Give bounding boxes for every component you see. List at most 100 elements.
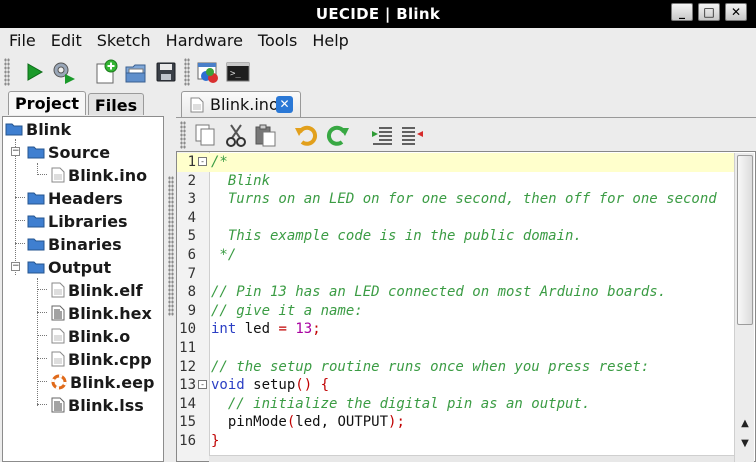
code-line[interactable]: 10 int led = 13; bbox=[177, 320, 737, 339]
fold-marker[interactable]: - bbox=[198, 380, 207, 390]
code-token: Blink bbox=[211, 172, 271, 189]
code-line[interactable]: 12 // the setup routine runs once when yo… bbox=[177, 358, 737, 377]
tab-blink-ino[interactable]: Blink.ino ✕ bbox=[181, 91, 301, 117]
folder-icon bbox=[27, 192, 45, 205]
code-line[interactable]: 14 // initialize the digital pin as an o… bbox=[177, 395, 737, 414]
code-line[interactable]: 9 // give it a name: bbox=[177, 302, 737, 321]
scroll-up-arrow[interactable]: ▲ bbox=[737, 417, 753, 431]
tree-item-blink-lss[interactable]: Blink.lss bbox=[51, 394, 144, 416]
minimize-button[interactable]: _ bbox=[671, 3, 693, 21]
menu-edit[interactable]: Edit bbox=[51, 28, 82, 52]
code-line[interactable]: 16} bbox=[177, 432, 737, 451]
scroll-down-arrow[interactable]: ▼ bbox=[737, 437, 753, 451]
save-button[interactable] bbox=[152, 58, 180, 86]
line-number: 5 bbox=[187, 228, 196, 245]
code-line[interactable]: 13- void setup() { bbox=[177, 376, 737, 395]
menu-tools[interactable]: Tools bbox=[258, 28, 297, 52]
expander-source[interactable]: − bbox=[11, 147, 20, 156]
tab-files[interactable]: Files bbox=[88, 93, 144, 115]
program-button[interactable] bbox=[50, 58, 78, 86]
code-token: 13 bbox=[295, 321, 313, 338]
maximize-button[interactable]: □ bbox=[698, 3, 720, 21]
tree-item-libraries[interactable]: Libraries bbox=[27, 210, 128, 232]
code-line[interactable]: 11 bbox=[177, 339, 737, 358]
tree-item-source[interactable]: Source bbox=[27, 141, 110, 163]
copy-button[interactable] bbox=[192, 121, 220, 149]
copy-icon bbox=[195, 124, 215, 146]
run-button[interactable] bbox=[20, 58, 48, 86]
tree-item-label: Binaries bbox=[48, 234, 122, 254]
file-icon bbox=[190, 97, 204, 113]
tree-item-output[interactable]: Output bbox=[27, 256, 111, 278]
code-line[interactable]: 4 bbox=[177, 209, 737, 228]
serial-terminal-icon: >_ bbox=[226, 62, 250, 82]
menu-hardware[interactable]: Hardware bbox=[166, 28, 243, 52]
code-line[interactable]: 6 */ bbox=[177, 246, 737, 265]
scrollbar-thumb[interactable] bbox=[737, 155, 753, 325]
splitter-grip[interactable] bbox=[168, 176, 174, 316]
code-text: Blink bbox=[211, 172, 270, 191]
code-editor[interactable]: 1-/* 2 Blink 3 Turns on an LED on for one … bbox=[176, 151, 756, 462]
tree-item-blink-elf[interactable]: Blink.elf bbox=[51, 279, 143, 301]
folder-icon bbox=[27, 215, 45, 228]
code-line[interactable]: 7 bbox=[177, 265, 737, 284]
code-line[interactable]: 3 Turns on an LED on for one second, the… bbox=[177, 190, 737, 209]
cut-button[interactable] bbox=[222, 121, 250, 149]
code-token: ; bbox=[396, 414, 405, 431]
close-tab-button[interactable]: ✕ bbox=[276, 96, 293, 113]
code-line[interactable]: 5 This example code is in the public dom… bbox=[177, 227, 737, 246]
tree-item-binaries[interactable]: Binaries bbox=[27, 233, 122, 255]
code-line[interactable]: 1-/* bbox=[177, 153, 737, 172]
close-window-button[interactable]: ✕ bbox=[725, 3, 747, 21]
indent-button[interactable] bbox=[368, 121, 396, 149]
vertical-scrollbar[interactable]: ▲ ▼ bbox=[734, 153, 754, 462]
tree-item-blink-ino[interactable]: Blink.ino bbox=[51, 164, 147, 186]
tree-item-label: Blink.cpp bbox=[68, 349, 152, 369]
tab-project[interactable]: Project bbox=[8, 91, 86, 115]
code-text: Turns on an LED on for one second, then … bbox=[211, 190, 717, 209]
toolbar-grip[interactable] bbox=[180, 121, 186, 149]
tree-item-blink-o[interactable]: Blink.o bbox=[51, 325, 130, 347]
line-number: 4 bbox=[187, 209, 196, 226]
new-file-button[interactable] bbox=[92, 58, 120, 86]
toolbar-grip[interactable] bbox=[4, 58, 10, 86]
expander-output[interactable]: − bbox=[11, 262, 20, 271]
code-token: // the setup routine runs once when you … bbox=[211, 358, 650, 375]
tree-guide bbox=[37, 381, 47, 382]
tree-item-blink-hex[interactable]: Blink.hex bbox=[51, 302, 152, 324]
code-line[interactable]: 2 Blink bbox=[177, 172, 737, 191]
paste-button[interactable] bbox=[252, 121, 280, 149]
tree-item-blink[interactable]: Blink bbox=[5, 118, 71, 140]
line-number: 15 bbox=[179, 414, 196, 431]
title-bar: UECIDE | Blink _ □ ✕ bbox=[0, 0, 756, 28]
menu-help[interactable]: Help bbox=[312, 28, 348, 52]
redo-button[interactable] bbox=[324, 121, 352, 149]
code-line[interactable]: 15 pinMode(led, OUTPUT); bbox=[177, 413, 737, 432]
outdent-icon bbox=[402, 127, 423, 145]
outdent-button[interactable] bbox=[398, 121, 426, 149]
tree-guide bbox=[37, 404, 47, 405]
horizontal-scrollbar[interactable] bbox=[209, 455, 734, 462]
tree-guide bbox=[37, 358, 47, 359]
panel-splitter[interactable] bbox=[166, 116, 176, 462]
board-manager-button[interactable] bbox=[194, 58, 222, 86]
menu-sketch[interactable]: Sketch bbox=[97, 28, 151, 52]
tree-item-label: Blink.o bbox=[68, 326, 131, 346]
line-number: 16 bbox=[179, 433, 196, 449]
undo-button[interactable] bbox=[292, 121, 320, 149]
tree-item-blink-cpp[interactable]: Blink.cpp bbox=[51, 348, 152, 370]
code-text: int led = 13; bbox=[211, 320, 321, 339]
tree-item-headers[interactable]: Headers bbox=[27, 187, 123, 209]
code-line[interactable]: 8 // Pin 13 has an LED connected on most … bbox=[177, 283, 737, 302]
code-token: int bbox=[211, 321, 237, 338]
open-file-button[interactable] bbox=[122, 58, 150, 86]
indent-icon bbox=[372, 127, 392, 145]
serial-terminal-button[interactable]: >_ bbox=[224, 58, 252, 86]
tree-item-blink-eep[interactable]: Blink.eep bbox=[51, 371, 154, 393]
folder-icon bbox=[27, 146, 45, 159]
toolbar-separator bbox=[184, 58, 190, 86]
menu-file[interactable]: File bbox=[9, 28, 36, 52]
fold-marker[interactable]: - bbox=[198, 157, 207, 166]
tree-item-label: Blink.ino bbox=[68, 165, 148, 185]
program-icon bbox=[53, 62, 75, 84]
